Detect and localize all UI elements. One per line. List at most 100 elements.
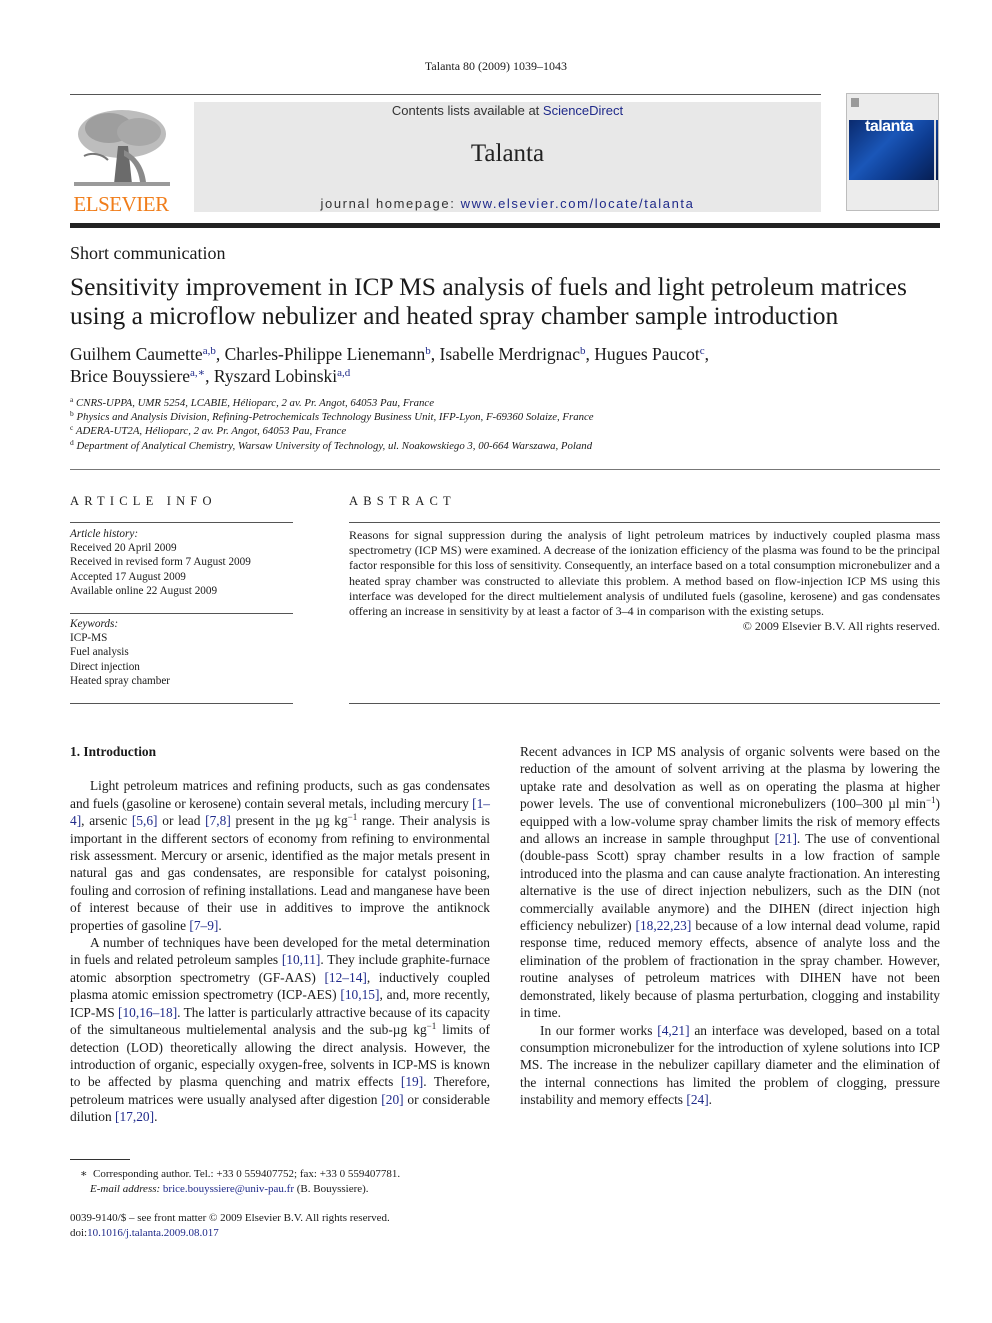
citation-link[interactable]: [19] (401, 1074, 423, 1089)
header-thick-rule (70, 223, 940, 228)
body-paragraph: In our former works [4,21] an interface … (520, 1022, 940, 1109)
contents-line: Contents lists available at ScienceDirec… (194, 103, 821, 118)
text-run: . (708, 1092, 713, 1108)
abstract-rule (349, 703, 940, 704)
cover-logo-icon (851, 98, 859, 107)
text-run: In our former works (540, 1022, 658, 1038)
affiliation: c ADERA-UT2A, Hélioparc, 2 av. Pr. Angot… (70, 423, 347, 438)
keywords: Keywords: ICP-MS Fuel analysis Direct inje… (70, 617, 310, 688)
text-run: Light petroleum matrices and refining pr… (70, 778, 490, 811)
article-title: Sensitivity improvement in ICP MS analys… (70, 272, 907, 330)
abstract-heading: ABSTRACT (349, 494, 456, 508)
article-info-heading: ARTICLE INFO (70, 494, 217, 508)
author-list: Guilhem Caumettea,b, Charles-Philippe Li… (70, 344, 709, 386)
homepage-link[interactable]: www.elsevier.com/locate/talanta (461, 196, 695, 211)
body-paragraph-continued: Recent advances in ICP MS analysis of or… (520, 743, 940, 1022)
text-run: range. Their analysis is important in th… (70, 813, 490, 933)
keyword-item: Fuel analysis (70, 646, 129, 659)
citation-link[interactable]: [21] (775, 831, 797, 846)
doi-link[interactable]: 10.1016/j.talanta.2009.08.017 (87, 1227, 219, 1239)
citation-link[interactable]: [7,8] (205, 813, 231, 828)
author-name: Isabelle Merdrignac (439, 344, 580, 364)
tree-icon (74, 106, 170, 190)
keywords-label: Keywords: (70, 618, 119, 630)
citation-link[interactable]: [20] (381, 1092, 403, 1107)
affiliation: a CNRS-UPPA, UMR 5254, LCABIE, Hélioparc… (70, 395, 434, 409)
text-run: . (218, 917, 222, 933)
left-text-flow: Light petroleum matrices and refining pr… (70, 777, 490, 1125)
text-run: present in the µg kg (230, 813, 348, 829)
email-suffix: (B. Bouyssiere). (294, 1182, 369, 1195)
abstract-copyright: © 2009 Elsevier B.V. All rights reserved… (742, 619, 940, 634)
history-label: Article history: (70, 528, 139, 540)
running-head: Talanta 80 (2009) 1039–1043 (424, 59, 568, 73)
text-run: . (154, 1109, 158, 1125)
title-block-rule (70, 469, 940, 470)
affiliation-marker[interactable]: a,d (337, 367, 350, 379)
text-run: , arsenic (81, 813, 132, 829)
citation-link[interactable]: [4,21] (657, 1023, 689, 1038)
citation-link[interactable]: [12–14] (324, 970, 366, 985)
keyword-item: Direct injection (70, 660, 140, 673)
citation-link[interactable]: [5,6] (132, 813, 158, 828)
email-link[interactable]: brice.bouyssiere@univ-pau.fr (163, 1183, 294, 1195)
info-rule (70, 613, 293, 614)
corresponding-footnote: ∗ Corresponding author. Tel.: +33 0 5594… (70, 1167, 510, 1196)
author-name: Guilhem Caumette (70, 344, 203, 364)
body-paragraph: A number of techniques have been develop… (70, 934, 490, 1125)
article-history: Article history: Received 20 April 2009 R… (70, 527, 310, 598)
sciencedirect-link[interactable]: ScienceDirect (543, 103, 623, 118)
homepage-line: journal homepage: www.elsevier.com/locat… (194, 196, 821, 211)
body-column-left: 1. Introduction Light petroleum matrices… (70, 743, 490, 1125)
abstract: Reasons for signal suppression during th… (349, 528, 940, 634)
keyword-item: ICP-MS (70, 632, 108, 645)
superscript: −1 (925, 795, 936, 806)
affiliation-marker[interactable]: a,b (203, 345, 216, 357)
corresponding-text: Corresponding author. Tel.: +33 0 559407… (92, 1168, 401, 1180)
affiliation-marker[interactable]: b (425, 345, 431, 357)
keyword-item: Heated spray chamber (70, 674, 171, 687)
citation-link[interactable]: [24] (686, 1092, 708, 1107)
history-items: Received 20 April 2009 Received in revise… (70, 541, 310, 598)
email-label: E-mail address: (90, 1182, 161, 1195)
author-name: Brice Bouyssiere (70, 366, 191, 386)
citation-link[interactable]: [10,11] (282, 952, 321, 967)
footnote-marker: ∗ (80, 1168, 88, 1180)
author-name: Ryszard Lobinski (213, 366, 338, 386)
history-item: Received 20 April 2009 (70, 542, 177, 555)
citation-link[interactable]: [17,20] (115, 1109, 154, 1124)
text-run: of a low internal dead volume, rapid res… (520, 918, 940, 1021)
author-name: Hugues Paucot (594, 344, 700, 364)
superscript: −1 (347, 812, 358, 823)
history-item: Received in revised form 7 August 2009 (70, 556, 251, 569)
affiliation-marker[interactable]: a,∗ (190, 367, 205, 379)
doi-prefix: doi: (70, 1227, 88, 1239)
text-run: because (691, 918, 738, 934)
citation-link[interactable]: [18,22,23] (636, 918, 692, 933)
citation-link[interactable]: [7–9] (189, 918, 218, 933)
affiliation-marker[interactable]: b (580, 345, 586, 357)
header-rule (70, 94, 821, 95)
right-text-flow: Recent advances in ICP MS analysis of or… (520, 743, 940, 1109)
affiliation-marker[interactable]: c (700, 345, 705, 357)
elsevier-logo[interactable]: ELSEVIER (70, 106, 172, 216)
citation-link[interactable]: [10,15] (340, 987, 379, 1002)
affiliation: b Physics and Analysis Division, Refinin… (70, 409, 594, 424)
citation-link[interactable]: [10,16–18] (118, 1005, 177, 1020)
affiliation-key: d (70, 437, 74, 447)
affiliation-key: a (70, 395, 74, 404)
affiliation: d Department of Analytical Chemistry, Wa… (70, 437, 593, 452)
cover-stripe (934, 120, 936, 180)
abstract-text: Reasons for signal suppression during th… (349, 528, 940, 619)
text-run: Recent (520, 744, 558, 759)
body-paragraph: Light petroleum matrices and refining pr… (70, 777, 490, 934)
text-run: ) (935, 796, 940, 812)
journal-cover[interactable]: talanta (846, 93, 939, 211)
front-matter-text: 0039-9140/$ – see front matter © 2009 El… (70, 1212, 390, 1224)
affiliation-list: a CNRS-UPPA, UMR 5254, LCABIE, Hélioparc… (70, 396, 940, 453)
elsevier-wordmark: ELSEVIER (73, 192, 169, 216)
affiliation-key: c (70, 423, 74, 433)
info-rule (70, 703, 293, 704)
text-run: or lead (157, 813, 206, 829)
abstract-rule (349, 522, 940, 523)
